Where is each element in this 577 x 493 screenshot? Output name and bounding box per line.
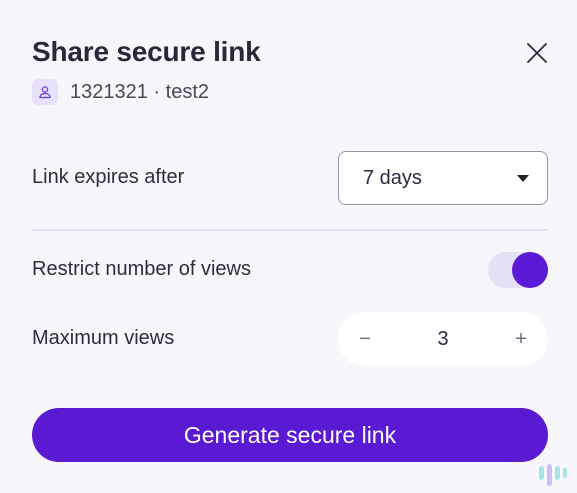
expiry-label: Link expires after (32, 166, 185, 188)
expiry-select-value: 7 days (363, 166, 422, 189)
dialog-title: Share secure link (32, 36, 261, 67)
toggle-knob (512, 252, 548, 288)
user-avatar (32, 79, 58, 105)
max-views-stepper: − 3 + (338, 312, 548, 366)
decrement-button[interactable]: − (354, 328, 376, 350)
dialog-subtitle: 1321321 · test2 (32, 78, 209, 106)
divider (32, 229, 548, 231)
item-name: 1321321 · test2 (70, 80, 209, 103)
restrict-views-toggle[interactable] (488, 252, 548, 288)
close-icon (527, 43, 547, 63)
user-icon (39, 86, 51, 99)
expiry-select[interactable]: 7 days (338, 151, 548, 205)
generate-link-button[interactable]: Generate secure link (32, 408, 548, 462)
caret-down-icon (517, 174, 529, 182)
restrict-views-label: Restrict number of views (32, 258, 251, 280)
increment-button[interactable]: + (510, 328, 532, 350)
close-button[interactable] (526, 42, 548, 64)
max-views-value[interactable]: 3 (437, 328, 448, 351)
max-views-label: Maximum views (32, 327, 175, 349)
logo-watermark-icon (539, 464, 567, 486)
